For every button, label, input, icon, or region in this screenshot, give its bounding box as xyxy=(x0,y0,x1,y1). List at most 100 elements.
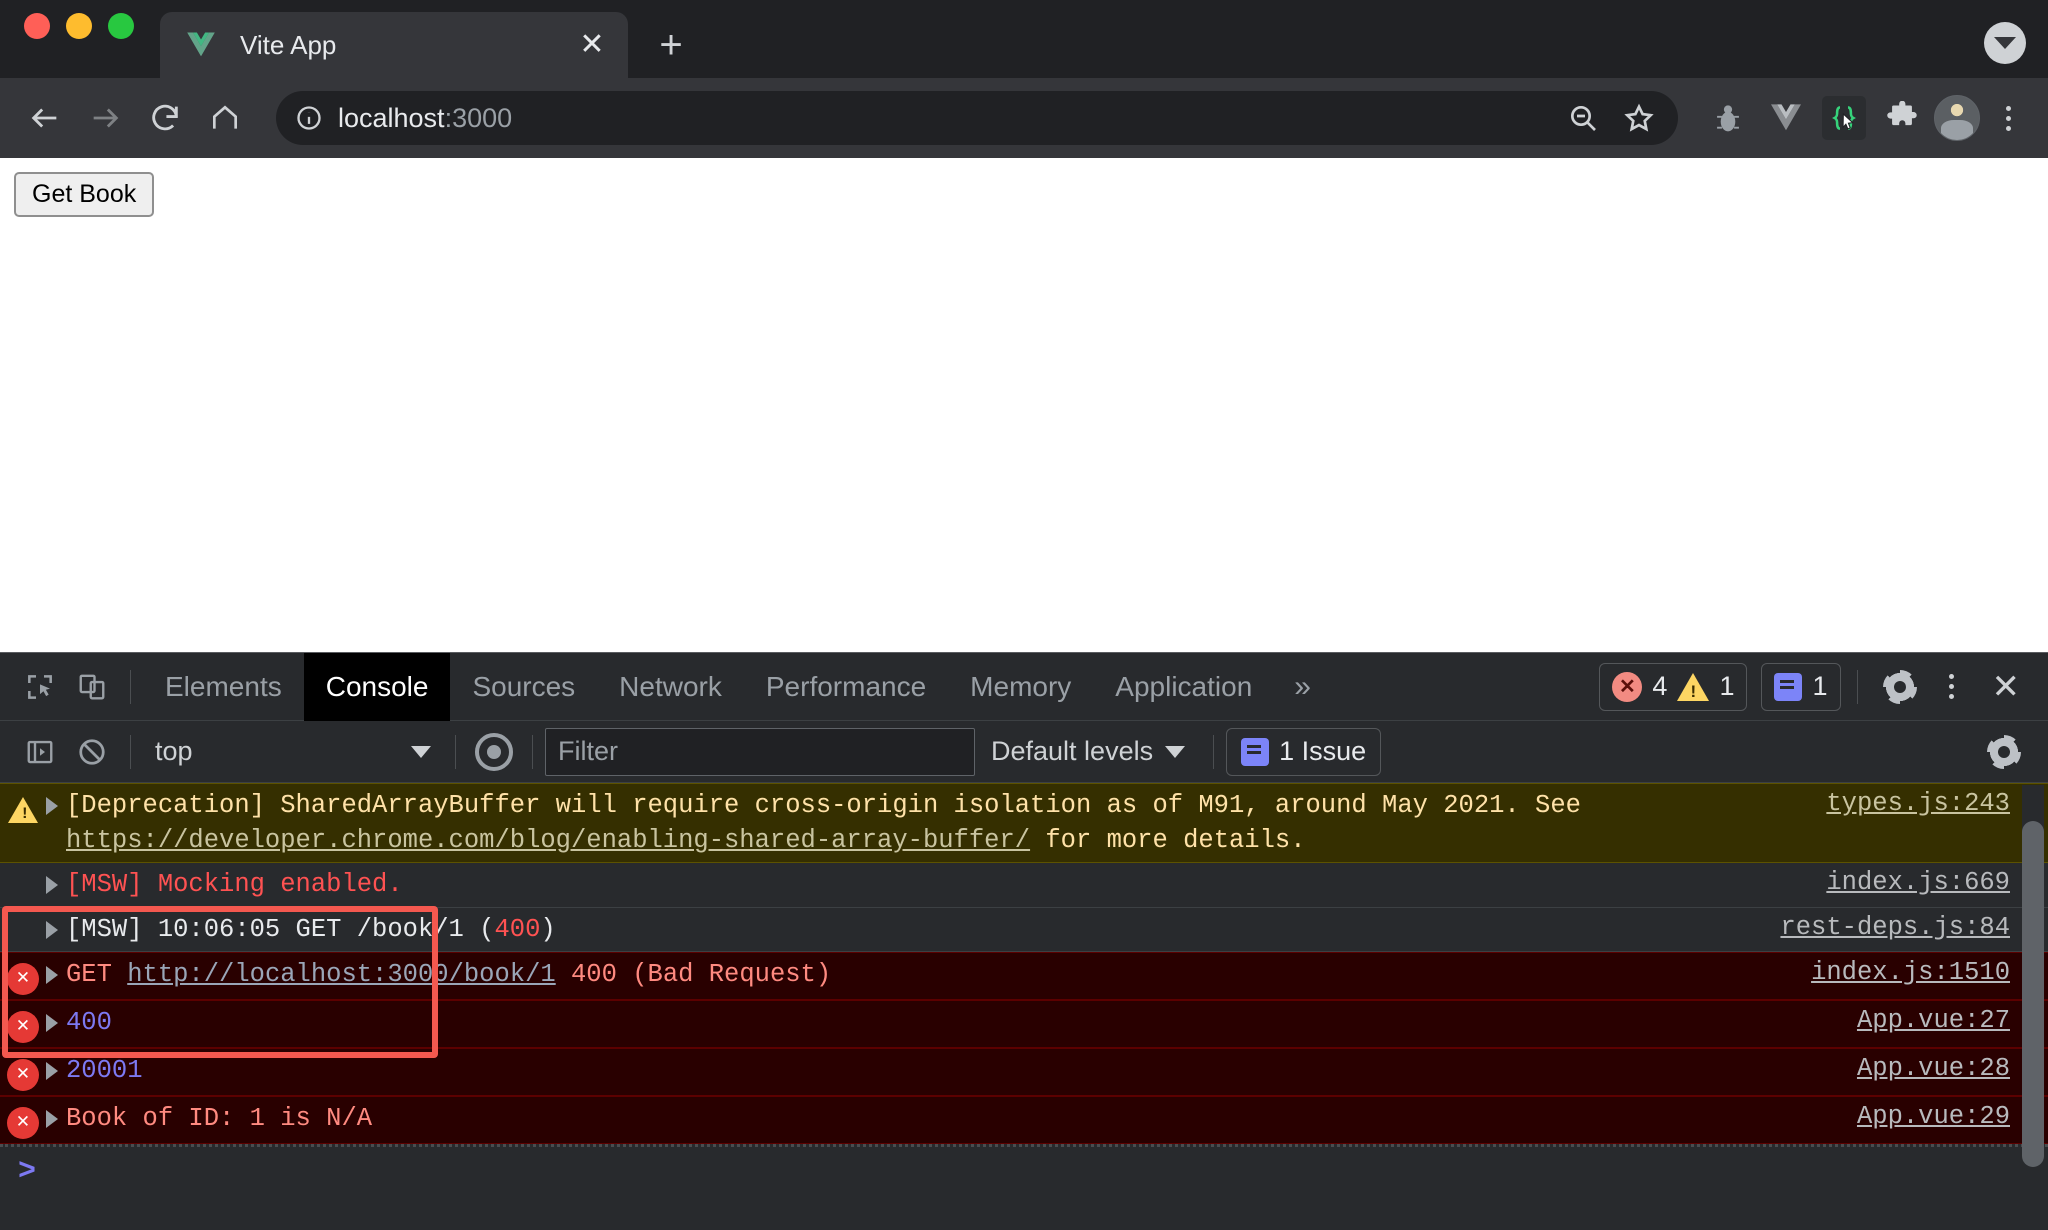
source-link[interactable]: App.vue:27 xyxy=(1857,1006,2010,1035)
live-expression-icon[interactable] xyxy=(468,726,520,778)
msg-link[interactable]: https://developer.chrome.com/blog/enabli… xyxy=(66,826,1030,855)
new-tab-button[interactable]: + xyxy=(648,22,694,68)
console-message-text: 20001 xyxy=(58,1053,2048,1088)
tab-memory[interactable]: Memory xyxy=(948,653,1093,721)
issues-count: 1 xyxy=(1812,671,1828,701)
devtools-tabbar-right: ✕ 4 1 1 ✕ xyxy=(1599,661,2048,713)
tab-network[interactable]: Network xyxy=(597,653,744,721)
console-sidebar-icon[interactable] xyxy=(14,726,66,778)
console-scrollbar[interactable] xyxy=(2022,785,2044,1230)
expand-arrow-icon[interactable] xyxy=(46,965,58,984)
tab-sources[interactable]: Sources xyxy=(450,653,597,721)
expand-arrow-icon[interactable] xyxy=(46,876,58,895)
issues-pill[interactable]: 1 Issue xyxy=(1226,727,1382,776)
filter-input[interactable] xyxy=(545,727,975,776)
source-link[interactable]: App.vue:29 xyxy=(1857,1102,2010,1131)
tab-application[interactable]: Application xyxy=(1093,653,1274,721)
chevron-down-icon xyxy=(411,745,431,758)
devtools-tabs: Elements Console Sources Network Perform… xyxy=(143,652,1331,721)
console-message-text: [MSW] Mocking enabled. xyxy=(58,867,2048,902)
close-window-button[interactable] xyxy=(24,13,50,39)
console-message-warning[interactable]: [Deprecation] SharedArrayBuffer will req… xyxy=(0,783,2048,864)
expand-arrow-icon[interactable] xyxy=(46,1013,58,1032)
maximize-window-button[interactable] xyxy=(108,13,134,39)
error-count: 4 xyxy=(1652,671,1668,701)
source-link[interactable]: rest-deps.js:84 xyxy=(1780,913,2010,942)
get-book-button[interactable]: Get Book xyxy=(14,172,155,217)
expand-arrow-icon[interactable] xyxy=(46,1061,58,1080)
console-message-log[interactable]: [MSW] Mocking enabled. index.js:669 xyxy=(0,863,2048,908)
browser-toolbar: localhost:3000 xyxy=(0,78,2048,158)
device-toolbar-icon[interactable] xyxy=(66,661,118,713)
console-log[interactable]: [Deprecation] SharedArrayBuffer will req… xyxy=(0,783,2048,1230)
msg-seg: for more details. xyxy=(1030,826,1306,856)
chevron-down-icon xyxy=(1165,745,1186,758)
console-message-log[interactable]: [MSW] 10:06:05 GET /book/1 (400) rest-de… xyxy=(0,907,2048,952)
window-controls xyxy=(24,0,134,78)
expand-arrow-icon[interactable] xyxy=(46,920,58,939)
divider xyxy=(130,734,131,769)
clear-console-icon[interactable] xyxy=(66,726,118,778)
more-options-icon[interactable] xyxy=(1930,665,1974,709)
divider xyxy=(1213,734,1215,769)
warning-triangle-icon xyxy=(1677,672,1710,702)
source-link[interactable]: types.js:243 xyxy=(1826,789,2010,818)
address-bar[interactable]: localhost:3000 xyxy=(276,91,1678,145)
avatar[interactable] xyxy=(1934,95,1980,141)
console-message-error[interactable]: ✕ 20001 App.vue:28 xyxy=(0,1047,2048,1096)
home-icon[interactable] xyxy=(198,91,252,145)
close-devtools-icon[interactable]: ✕ xyxy=(1978,667,2035,707)
tab-search-icon[interactable] xyxy=(1984,22,2026,64)
issue-counters[interactable]: ✕ 4 1 xyxy=(1599,662,1748,711)
execution-context-select[interactable]: top xyxy=(143,729,443,775)
devtools-tabbar: Elements Console Sources Network Perform… xyxy=(0,652,2048,721)
tab-performance[interactable]: Performance xyxy=(744,653,948,721)
url-port: :3000 xyxy=(444,102,513,133)
chrome-menu-icon[interactable] xyxy=(1986,96,2030,140)
site-info-icon[interactable] xyxy=(292,101,326,135)
issues-badge[interactable]: 1 xyxy=(1761,662,1841,711)
bug-extension-icon[interactable] xyxy=(1702,92,1754,144)
tab-console[interactable]: Console xyxy=(303,652,451,721)
console-settings-gear-icon[interactable] xyxy=(1978,726,2030,778)
error-circle-icon: ✕ xyxy=(0,1005,46,1043)
execution-context-value: top xyxy=(155,736,193,766)
divider xyxy=(1856,669,1858,704)
gear-icon[interactable] xyxy=(1874,661,1926,713)
console-message-error[interactable]: ✕ 400 App.vue:27 xyxy=(0,999,2048,1048)
expand-arrow-icon[interactable] xyxy=(46,1109,58,1128)
devtools-panel: Elements Console Sources Network Perform… xyxy=(0,652,2048,1230)
divider xyxy=(455,734,456,769)
back-icon[interactable] xyxy=(18,91,72,145)
console-message-error[interactable]: ✕ GET http://localhost:3000/book/1 400 (… xyxy=(0,951,2048,1000)
star-icon[interactable] xyxy=(1616,95,1662,141)
zoom-out-icon[interactable] xyxy=(1560,95,1606,141)
braces-cursor-extension-icon[interactable] xyxy=(1818,92,1870,144)
msg-seg: 400 xyxy=(494,914,541,944)
tab-elements[interactable]: Elements xyxy=(143,653,304,721)
page-viewport: Get Book xyxy=(0,158,2048,652)
puzzle-extensions-icon[interactable] xyxy=(1876,92,1928,144)
expand-arrow-icon[interactable] xyxy=(46,797,58,815)
source-link[interactable]: index.js:1510 xyxy=(1811,958,2010,987)
log-levels-select[interactable]: Default levels xyxy=(975,736,1201,767)
console-message-text: GET http://localhost:3000/book/1 400 (Ba… xyxy=(58,957,2048,992)
source-link[interactable]: App.vue:28 xyxy=(1857,1054,2010,1083)
browser-tab[interactable]: Vite App ✕ xyxy=(160,12,628,78)
inspect-element-icon[interactable] xyxy=(14,661,66,713)
msg-link[interactable]: http://localhost:3000/book/1 xyxy=(127,960,555,989)
more-tabs-icon[interactable]: » xyxy=(1274,670,1331,704)
console-message-error[interactable]: ✕ Book of ID: 1 is N/A App.vue:29 xyxy=(0,1095,2048,1144)
console-message-text: [Deprecation] SharedArrayBuffer will req… xyxy=(58,788,2048,858)
msg-seg: 400 xyxy=(66,1007,112,1037)
console-prompt[interactable]: > xyxy=(0,1147,2048,1189)
source-link[interactable]: index.js:669 xyxy=(1826,868,2010,897)
warning-count: 1 xyxy=(1719,671,1735,701)
close-tab-button[interactable]: ✕ xyxy=(574,27,610,63)
no-icon xyxy=(0,912,46,916)
minimize-window-button[interactable] xyxy=(66,13,92,39)
scrollbar-thumb[interactable] xyxy=(2022,821,2044,1167)
reload-icon[interactable] xyxy=(138,91,192,145)
forward-icon[interactable] xyxy=(78,91,132,145)
vue-devtools-icon[interactable] xyxy=(1760,92,1812,144)
